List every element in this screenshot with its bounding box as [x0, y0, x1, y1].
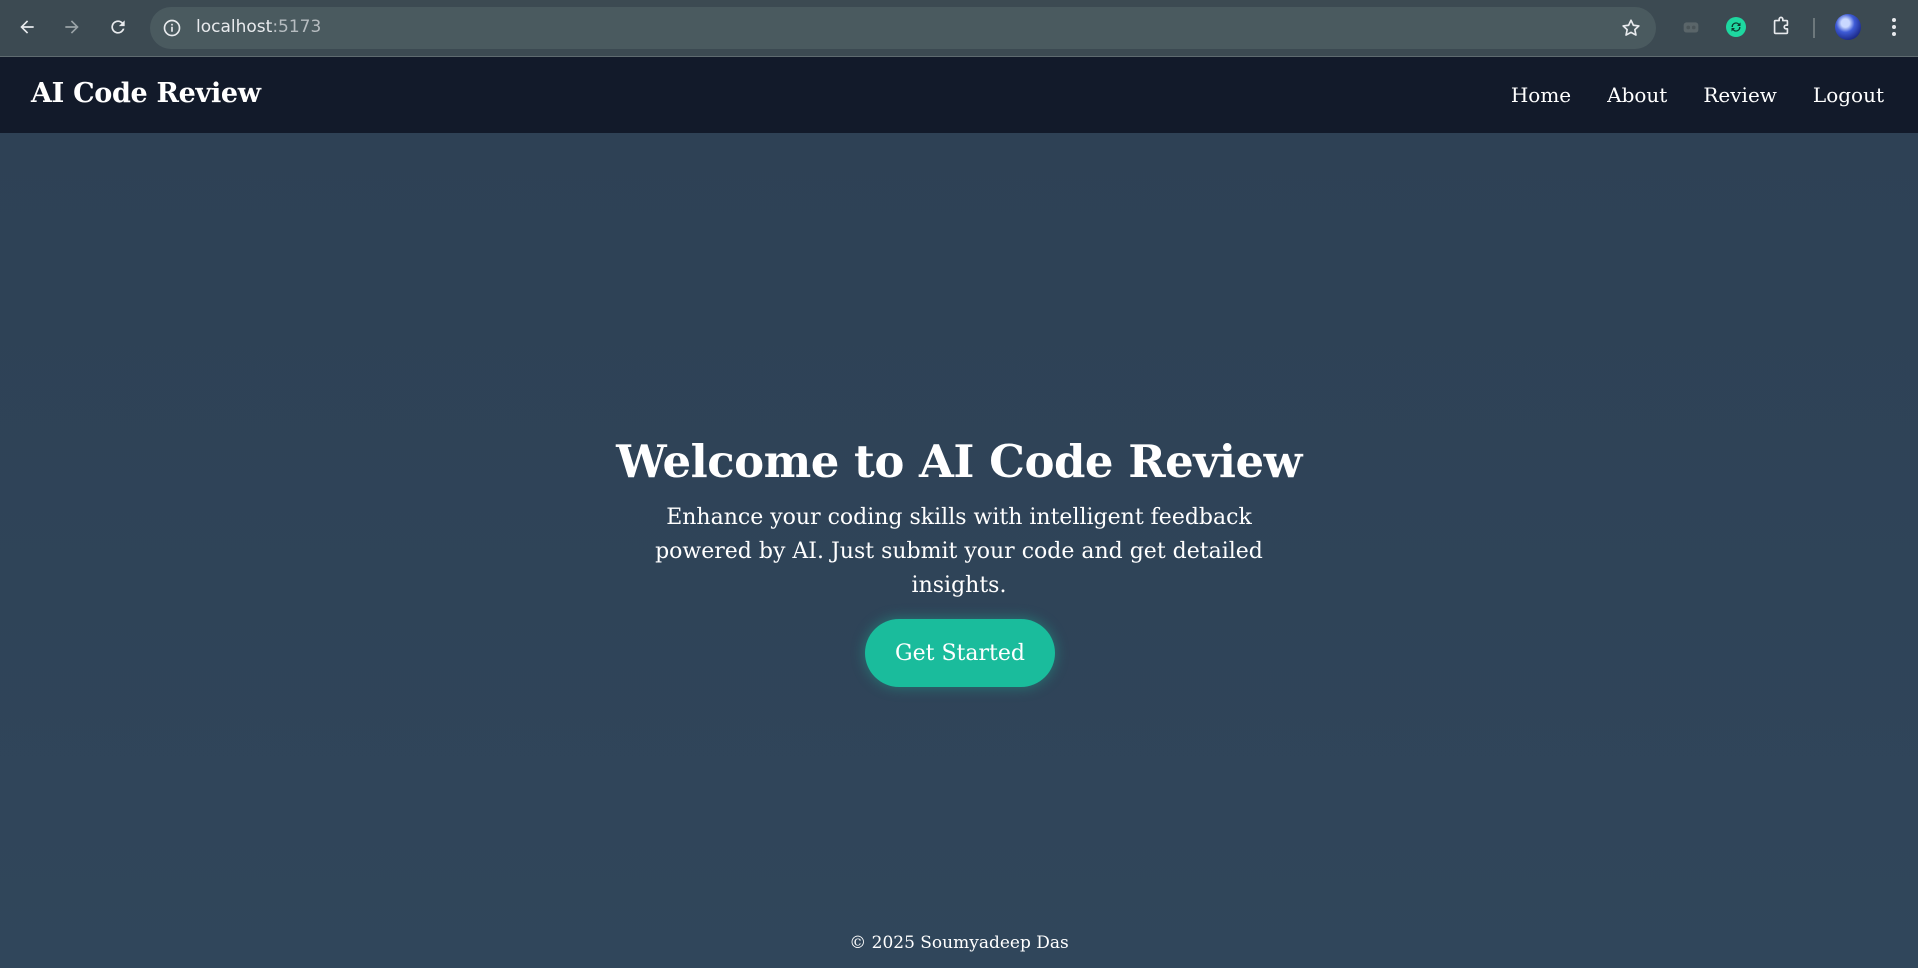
- nav-links: Home About Review Logout: [1511, 83, 1884, 107]
- hero-section: Welcome to AI Code Review Enhance your c…: [0, 133, 1918, 968]
- extension-sync-icon[interactable]: [1723, 14, 1749, 40]
- toolbar-divider: [1813, 18, 1815, 38]
- nav-link-home[interactable]: Home: [1511, 83, 1571, 107]
- url-host: localhost: [196, 17, 273, 37]
- url-port: :5173: [272, 17, 322, 37]
- url-text: localhost:5173: [196, 17, 321, 37]
- extensions-puzzle-icon[interactable]: [1768, 14, 1794, 40]
- back-arrow-icon[interactable]: [12, 12, 42, 42]
- browser-toolbar: localhost:5173: [0, 0, 1918, 57]
- hero-title: Welcome to AI Code Review: [616, 435, 1302, 488]
- address-bar[interactable]: localhost:5173: [150, 7, 1656, 49]
- nav-link-logout[interactable]: Logout: [1813, 83, 1884, 107]
- site-info-icon[interactable]: [162, 18, 182, 38]
- brand-logo-text[interactable]: AI Code Review: [31, 78, 261, 109]
- forward-arrow-icon[interactable]: [57, 12, 87, 42]
- footer-copyright: © 2025 Soumyadeep Das: [849, 933, 1069, 953]
- profile-avatar[interactable]: [1835, 14, 1861, 40]
- bookmark-star-icon[interactable]: [1620, 17, 1642, 39]
- app-navbar: AI Code Review Home About Review Logout: [0, 57, 1918, 133]
- browser-menu-icon[interactable]: [1884, 14, 1904, 40]
- reload-icon[interactable]: [103, 12, 133, 42]
- get-started-button[interactable]: Get Started: [865, 619, 1055, 687]
- nav-link-review[interactable]: Review: [1703, 83, 1777, 107]
- extension-muted-icon[interactable]: [1678, 14, 1704, 40]
- hero-subtitle: Enhance your coding skills with intellig…: [655, 505, 1263, 598]
- nav-link-about[interactable]: About: [1607, 83, 1667, 107]
